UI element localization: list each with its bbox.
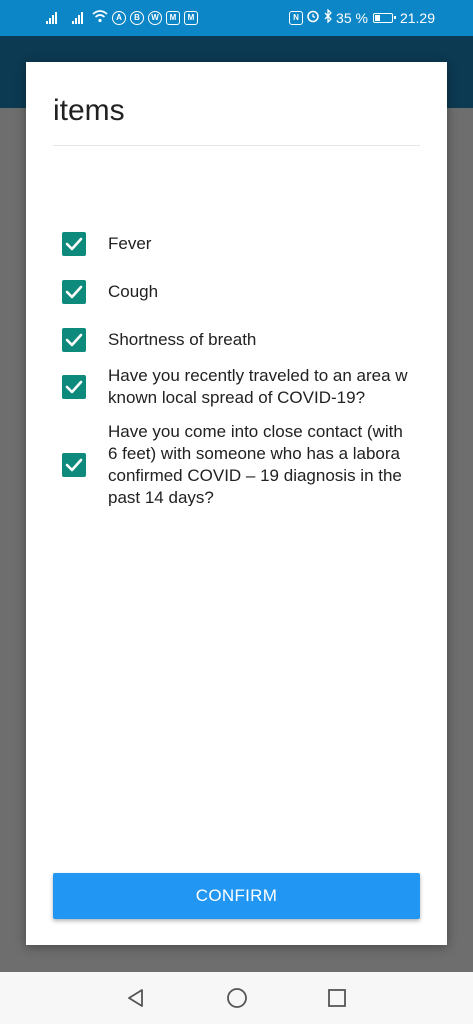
checkmark-icon	[65, 237, 83, 251]
status-right: N 35 % 21.29	[289, 8, 435, 26]
app-notification-icon-a: A	[112, 10, 126, 25]
navigation-bar	[0, 972, 473, 1024]
symptoms-dialog: items Fever Cough Shortness of breath Have …	[26, 62, 447, 945]
option-label-line: Have you recently traveled to an area w	[108, 366, 408, 385]
option-label: Have you recently traveled to an area w k…	[108, 365, 408, 409]
checkmark-icon	[65, 333, 83, 347]
app-notification-icon-b: B	[130, 10, 144, 25]
status-left: A B W M M	[46, 9, 198, 26]
checkbox-checked[interactable]	[62, 280, 86, 304]
option-label-line: Cough	[108, 282, 159, 301]
option-label-line: Have you come into close contact (with	[108, 422, 403, 441]
nfc-icon: N	[289, 10, 304, 25]
option-label-line: Fever	[108, 234, 152, 253]
battery-icon	[372, 12, 396, 23]
checkbox-checked[interactable]	[62, 453, 86, 477]
battery-fill	[374, 14, 380, 21]
alarm-icon	[306, 9, 320, 26]
signal-icon-2	[72, 11, 88, 24]
battery-percentage: 35 %	[336, 9, 368, 26]
back-icon[interactable]	[124, 986, 148, 1010]
home-icon[interactable]	[225, 986, 249, 1010]
option-label-line: Shortness of breath	[108, 330, 257, 349]
options-list: Fever Cough Shortness of breath Have you re…	[26, 146, 447, 506]
dialog-actions: CONFIRM	[53, 873, 420, 919]
confirm-button[interactable]: CONFIRM	[53, 873, 420, 919]
symptom-option[interactable]: Fever	[50, 224, 421, 264]
dialog-title: items	[53, 94, 125, 127]
mail-icon: M	[166, 10, 180, 25]
option-label-line: 6 feet) with someone who has a labora	[108, 444, 401, 463]
option-label: Cough	[108, 281, 158, 303]
recents-icon[interactable]	[325, 986, 349, 1010]
checkmark-icon	[65, 380, 83, 394]
option-label-line: known local spread of COVID-19?	[108, 388, 366, 407]
status-bar: A B W M M N 35 % 21.29	[0, 0, 473, 36]
checkbox-checked[interactable]	[62, 375, 86, 399]
checkmark-icon	[65, 458, 83, 472]
wifi-icon	[92, 9, 108, 26]
option-label-line: past 14 days?	[108, 488, 214, 506]
option-label: Shortness of breath	[108, 329, 256, 351]
whatsapp-icon: W	[148, 10, 162, 25]
checkbox-checked[interactable]	[62, 232, 86, 256]
clock: 21.29	[399, 9, 435, 26]
symptom-option[interactable]: Have you come into close contact (with 6 …	[50, 421, 421, 506]
option-label-line: confirmed COVID – 19 diagnosis in the	[108, 466, 402, 485]
option-label: Have you come into close contact (with 6 …	[108, 421, 403, 506]
checkbox-checked[interactable]	[62, 328, 86, 352]
checkmark-icon	[65, 285, 83, 299]
signal-icon	[46, 11, 62, 24]
symptom-option[interactable]: Have you recently traveled to an area w k…	[50, 365, 421, 409]
symptom-option[interactable]: Shortness of breath	[50, 320, 421, 360]
option-label: Fever	[108, 233, 151, 255]
gmail-icon: M	[184, 10, 198, 25]
symptom-option[interactable]: Cough	[50, 272, 421, 312]
bluetooth-icon	[323, 8, 333, 26]
